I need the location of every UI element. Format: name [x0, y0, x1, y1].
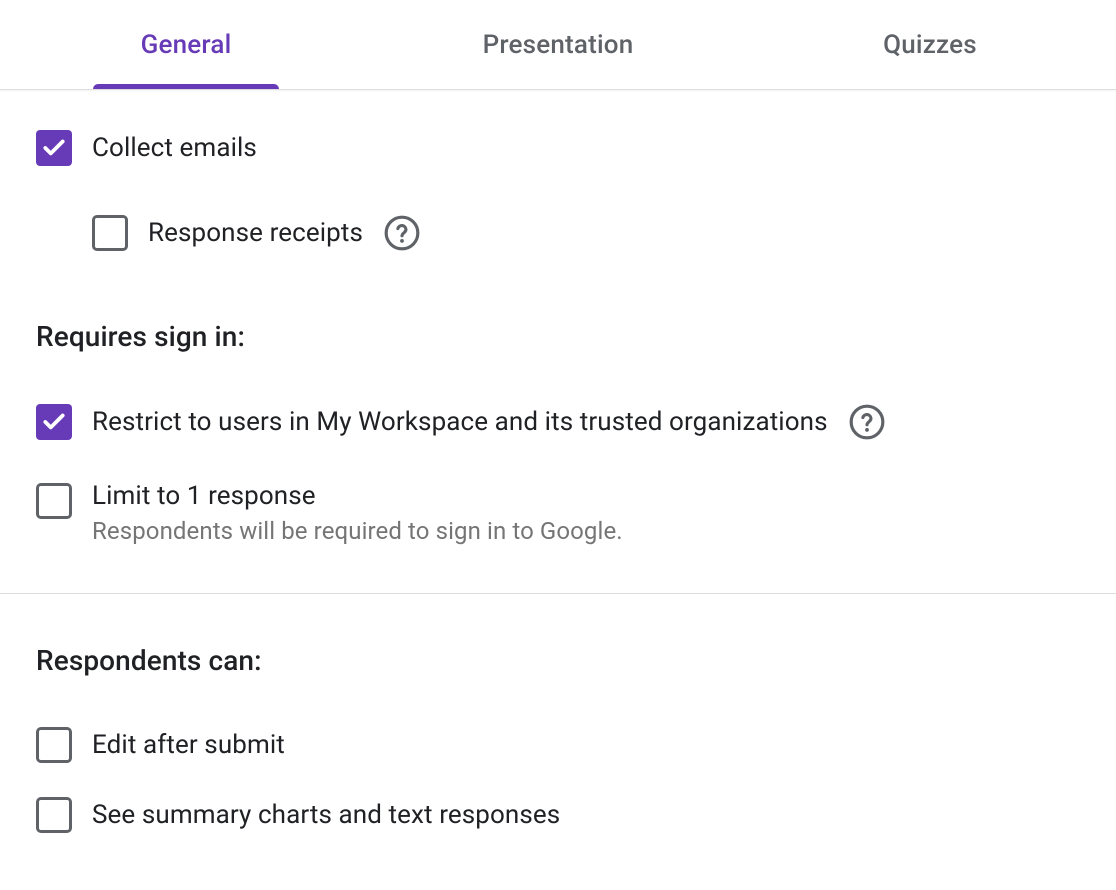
option-limit-response: Limit to 1 response Respondents will be … — [36, 481, 1080, 545]
checkbox-edit-after-submit[interactable] — [36, 727, 72, 763]
label-edit-after-submit: Edit after submit — [92, 730, 285, 760]
checkbox-see-summary[interactable] — [36, 797, 72, 833]
tab-presentation[interactable]: Presentation — [372, 0, 744, 89]
tab-quizzes[interactable]: Quizzes — [744, 0, 1116, 89]
checkbox-limit-response[interactable] — [36, 483, 72, 519]
option-restrict-users: Restrict to users in My Workspace and it… — [36, 403, 1080, 441]
option-collect-emails: Collect emails — [36, 130, 1080, 166]
sublabel-limit-response: Respondents will be required to sign in … — [92, 517, 623, 545]
option-edit-after-submit: Edit after submit — [36, 727, 1080, 763]
heading-respondents-can: Respondents can: — [36, 644, 1080, 677]
checkbox-restrict-users[interactable] — [36, 404, 72, 440]
settings-content: Collect emails Response receipts Require… — [0, 90, 1116, 833]
label-limit-response: Limit to 1 response — [92, 481, 623, 511]
label-response-receipts: Response receipts — [148, 218, 363, 248]
help-icon[interactable] — [848, 403, 886, 441]
heading-requires-sign-in: Requires sign in: — [36, 320, 1080, 353]
checkbox-collect-emails[interactable] — [36, 130, 72, 166]
tab-general[interactable]: General — [0, 0, 372, 89]
help-icon[interactable] — [383, 214, 421, 252]
option-see-summary: See summary charts and text responses — [36, 797, 1080, 833]
label-collect-emails: Collect emails — [92, 133, 257, 163]
tabs-bar: General Presentation Quizzes — [0, 0, 1116, 90]
option-response-receipts: Response receipts — [92, 214, 1080, 252]
label-restrict-users: Restrict to users in My Workspace and it… — [92, 407, 828, 437]
checkbox-response-receipts[interactable] — [92, 215, 128, 251]
label-see-summary: See summary charts and text responses — [92, 800, 560, 830]
